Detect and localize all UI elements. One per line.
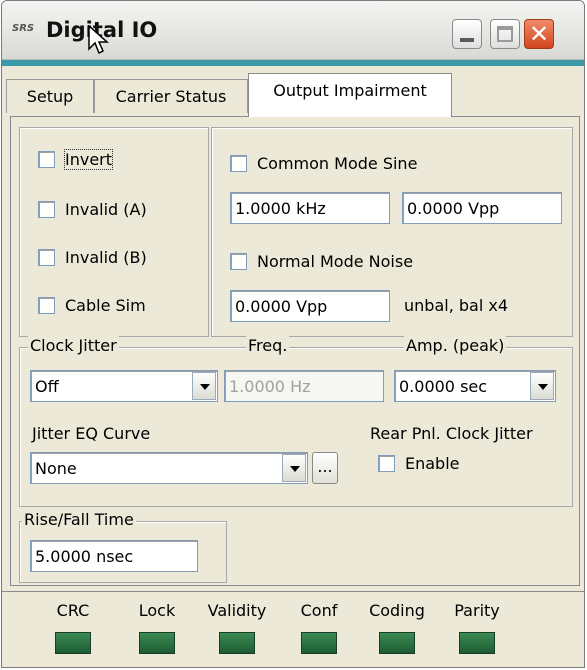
normal-mode-note: unbal, bal x4 (404, 296, 508, 315)
jitter-eq-value: None (35, 459, 77, 478)
clock-jitter-value: Off (35, 377, 59, 396)
rear-jitter-enable-label: Enable (405, 454, 460, 473)
jitter-freq-field[interactable]: 1.0000 Hz (224, 370, 384, 402)
conf-label: Conf (300, 601, 338, 620)
common-mode-label: Common Mode Sine (257, 154, 418, 173)
jitter-group: Clock Jitter Freq. Amp. (peak) Off 1.000… (19, 336, 573, 507)
maximize-button[interactable] (490, 19, 520, 49)
rise-fall-field[interactable]: 5.0000 nsec (30, 540, 198, 572)
normal-mode-checkbox[interactable] (230, 253, 247, 270)
invalid-a-checkbox[interactable] (38, 201, 55, 218)
jitter-amp-value: 0.0000 sec (399, 377, 488, 396)
rise-fall-label: Rise/Fall Time (22, 510, 136, 529)
lock-indicator: Lock (122, 601, 192, 654)
clock-jitter-dropdown[interactable]: Off (30, 370, 218, 402)
cable-sim-label: Cable Sim (65, 296, 146, 315)
parity-led (459, 632, 495, 654)
invalid-b-checkbox[interactable] (38, 249, 55, 266)
tab-setup[interactable]: Setup (6, 79, 94, 113)
jitter-eq-dropdown[interactable]: None (30, 452, 308, 484)
amp-peak-label: Amp. (peak) (404, 336, 507, 355)
cable-sim-checkbox-row[interactable]: Cable Sim (38, 296, 146, 315)
output-impairment-panel: Invert Invalid (A) Invalid (B) Cable Sim… (10, 116, 580, 586)
coding-label: Coding (369, 601, 425, 620)
mouse-cursor-icon (88, 25, 109, 55)
common-mode-amp-field[interactable]: 0.0000 Vpp (402, 192, 562, 224)
close-button[interactable]: ✕ (524, 19, 554, 49)
invalid-a-checkbox-row[interactable]: Invalid (A) (38, 200, 147, 219)
minimize-icon (460, 38, 474, 42)
parity-label: Parity (454, 601, 500, 620)
jitter-eq-browse-button[interactable]: ... (312, 452, 338, 484)
normal-mode-checkbox-row[interactable]: Normal Mode Noise (230, 252, 413, 271)
tab-output-impairment[interactable]: Output Impairment (248, 73, 452, 117)
lock-led (139, 632, 175, 654)
rear-jitter-enable-checkbox[interactable] (378, 455, 395, 472)
minimize-button[interactable] (452, 19, 482, 49)
jitter-amp-dropdown[interactable]: 0.0000 sec (394, 370, 556, 402)
digital-io-window: SRS Digital IO ✕ Setup Carrier Status Ou… (1, 0, 585, 668)
invert-label: Invert (63, 149, 114, 170)
rear-panel-jitter-label: Rear Pnl. Clock Jitter (370, 424, 533, 443)
validity-indicator: Validity (202, 601, 272, 654)
normal-mode-label: Normal Mode Noise (257, 252, 414, 271)
common-mode-checkbox[interactable] (230, 155, 247, 172)
tab-strip: Setup Carrier Status Output Impairment (2, 67, 584, 117)
rear-jitter-enable-row[interactable]: Enable (378, 454, 460, 473)
conf-led (301, 632, 337, 654)
maximize-icon (497, 26, 513, 42)
chevron-down-icon[interactable] (192, 372, 216, 400)
title-accent-bar (2, 60, 584, 66)
invalid-b-checkbox-row[interactable]: Invalid (B) (38, 248, 147, 267)
chevron-down-icon[interactable] (530, 372, 554, 400)
close-icon: ✕ (528, 20, 550, 48)
invert-checkbox-row[interactable]: Invert (38, 149, 114, 170)
tab-carrier-status[interactable]: Carrier Status (94, 79, 248, 113)
validity-led (219, 632, 255, 654)
rise-fall-group: Rise/Fall Time 5.0000 nsec (19, 510, 227, 583)
crc-led (55, 632, 91, 654)
chevron-down-icon[interactable] (282, 454, 306, 482)
validity-label: Validity (207, 601, 267, 620)
crc-label: CRC (56, 601, 90, 620)
common-mode-freq-field[interactable]: 1.0000 kHz (230, 192, 390, 224)
coding-led (379, 632, 415, 654)
crc-indicator: CRC (38, 601, 108, 654)
jitter-eq-label: Jitter EQ Curve (32, 424, 151, 443)
invalid-a-label: Invalid (A) (65, 200, 147, 219)
parity-indicator: Parity (442, 601, 512, 654)
invert-checkbox[interactable] (38, 151, 55, 168)
normal-mode-amp-field[interactable]: 0.0000 Vpp (230, 290, 390, 322)
common-mode-checkbox-row[interactable]: Common Mode Sine (230, 154, 417, 173)
interference-group: Common Mode Sine 1.0000 kHz 0.0000 Vpp N… (211, 127, 573, 337)
freq-label: Freq. (246, 336, 290, 355)
impairment-group: Invert Invalid (A) Invalid (B) Cable Sim (19, 127, 209, 337)
clock-jitter-label: Clock Jitter (28, 336, 119, 355)
cable-sim-checkbox[interactable] (38, 297, 55, 314)
lock-label: Lock (138, 601, 176, 620)
app-logo: SRS (12, 23, 35, 34)
coding-indicator: Coding (362, 601, 432, 654)
invalid-b-label: Invalid (B) (65, 248, 147, 267)
conf-indicator: Conf (284, 601, 354, 654)
